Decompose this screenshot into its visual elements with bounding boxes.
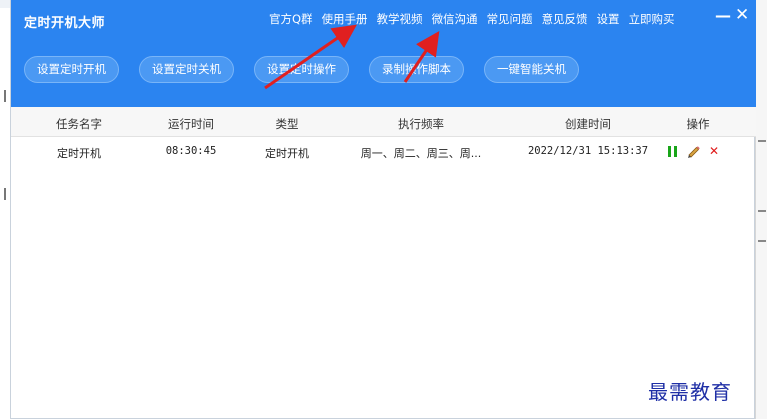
close-button[interactable]: ✕: [735, 5, 749, 25]
nav-feedback[interactable]: 意见反馈: [542, 11, 588, 27]
app-header: 定时开机大师 官方Q群 使用手册 教学视频 微信沟通 常见问题 意见反馈 设置 …: [11, 0, 756, 107]
nav-buy-now[interactable]: 立即购买: [629, 11, 675, 27]
set-scheduled-shutdown-button[interactable]: 设置定时关机: [139, 56, 234, 83]
pause-icon[interactable]: [668, 145, 677, 157]
row-actions: ✕: [668, 144, 719, 158]
smart-shutdown-button[interactable]: 一键智能关机: [484, 56, 579, 83]
frequency-cell: 周一、周二、周三、周...: [360, 147, 482, 160]
type-cell: 定时开机: [265, 147, 309, 160]
edit-pencil-icon[interactable]: [686, 144, 700, 158]
column-header-task-name[interactable]: 任务名字: [39, 116, 119, 132]
watermark: 最需教育: [648, 380, 732, 404]
nav-user-manual[interactable]: 使用手册: [322, 11, 368, 27]
desktop-background-mark: [4, 90, 6, 102]
top-nav: 官方Q群 使用手册 教学视频 微信沟通 常见问题 意见反馈 设置 立即购买: [269, 11, 684, 27]
nav-tutorial-video[interactable]: 教学视频: [377, 11, 423, 27]
nav-qq-group[interactable]: 官方Q群: [269, 11, 313, 27]
set-scheduled-action-button[interactable]: 设置定时操作: [254, 56, 349, 83]
desktop-background-mark: [4, 188, 6, 200]
task-name-cell: 定时开机: [57, 147, 101, 160]
column-header-actions: 操作: [686, 117, 710, 131]
nav-settings[interactable]: 设置: [597, 11, 620, 27]
toolbar: 设置定时开机 设置定时关机 设置定时操作 录制操作脚本 一键智能关机: [24, 56, 599, 83]
column-header-frequency[interactable]: 执行频率: [351, 116, 491, 132]
table-header: 任务名字 运行时间 类型 执行频率 创建时间 操作: [11, 107, 756, 137]
app-window: 定时开机大师 官方Q群 使用手册 教学视频 微信沟通 常见问题 意见反馈 设置 …: [10, 0, 756, 419]
run-time-cell: 08:30:45: [165, 145, 217, 157]
minimize-button[interactable]: —: [715, 6, 731, 25]
record-script-button[interactable]: 录制操作脚本: [369, 56, 464, 83]
column-header-run-time[interactable]: 运行时间: [151, 116, 231, 132]
delete-icon[interactable]: ✕: [709, 145, 719, 157]
nav-wechat-contact[interactable]: 微信沟通: [432, 11, 478, 27]
created-time-cell: 2022/12/31 15:13:37: [527, 145, 649, 157]
column-header-created[interactable]: 创建时间: [513, 116, 663, 132]
background-window-edge: [755, 0, 767, 419]
column-header-type[interactable]: 类型: [247, 116, 327, 132]
nav-faq[interactable]: 常见问题: [487, 11, 533, 27]
table-row[interactable]: 定时开机 08:30:45 定时开机 周一、周二、周三、周... 2022/12…: [11, 138, 756, 166]
set-scheduled-power-on-button[interactable]: 设置定时开机: [24, 56, 119, 83]
app-title: 定时开机大师: [24, 16, 106, 31]
